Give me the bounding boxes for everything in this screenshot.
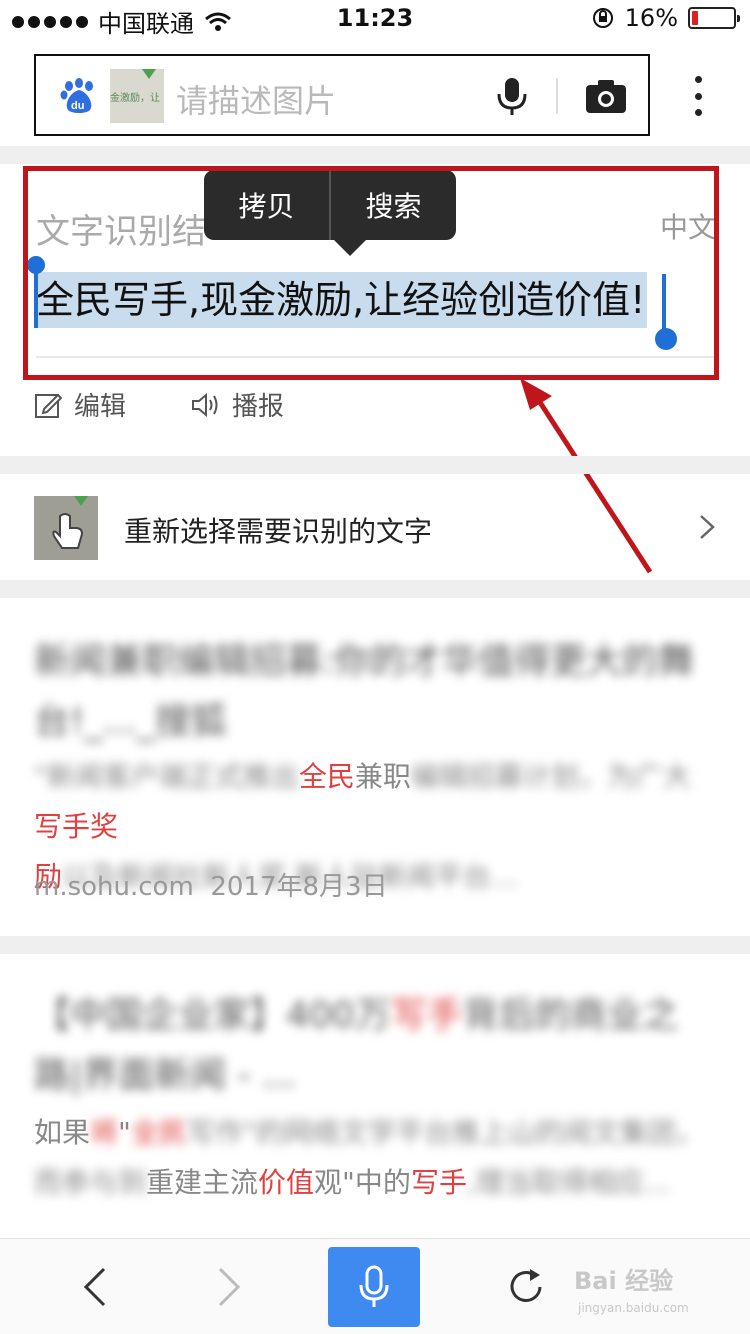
speaker-icon: [192, 392, 218, 417]
back-icon[interactable]: [80, 1265, 110, 1309]
chevron-right-icon: [700, 515, 715, 539]
result-title[interactable]: 新闻兼职编辑招募:你的才华值得更大的舞台!_..._搜狐: [34, 632, 714, 752]
voice-search-button[interactable]: [328, 1247, 420, 1327]
watermark-url: jingyan.baidu.com: [578, 1301, 689, 1315]
edit-label: 编辑: [74, 392, 127, 422]
result-title[interactable]: 【中国企业家】400万写手背后的商业之路|界面新闻 - ...: [34, 986, 714, 1106]
reselect-label: 重新选择需要识别的文字: [124, 515, 433, 548]
section-gap: [0, 456, 750, 474]
result-source: m.sohu.com 2017年8月3日: [34, 872, 388, 902]
section-gap: [0, 936, 750, 954]
section-gap: [0, 580, 750, 598]
watermark-logo: Bai 经验: [574, 1267, 674, 1295]
result-snippet: 如果将"全民写作"的网络文学平台推上山的阅文集团，而参与到重建主流价值观"中的写…: [34, 1116, 704, 1199]
bottom-toolbar: Bai 经验 jingyan.baidu.com: [0, 1238, 750, 1334]
microphone-icon: [359, 1265, 389, 1307]
hand-pointer-icon: [52, 513, 84, 549]
forward-icon[interactable]: [214, 1265, 244, 1309]
broadcast-label: 播报: [232, 392, 285, 422]
reselect-text-row[interactable]: 重新选择需要识别的文字: [0, 476, 750, 580]
reselect-thumbnail: [34, 496, 98, 560]
broadcast-button[interactable]: 播报: [190, 386, 284, 423]
edit-button[interactable]: 编辑: [34, 386, 126, 423]
refresh-icon[interactable]: [504, 1265, 548, 1309]
edit-icon: [35, 393, 62, 418]
